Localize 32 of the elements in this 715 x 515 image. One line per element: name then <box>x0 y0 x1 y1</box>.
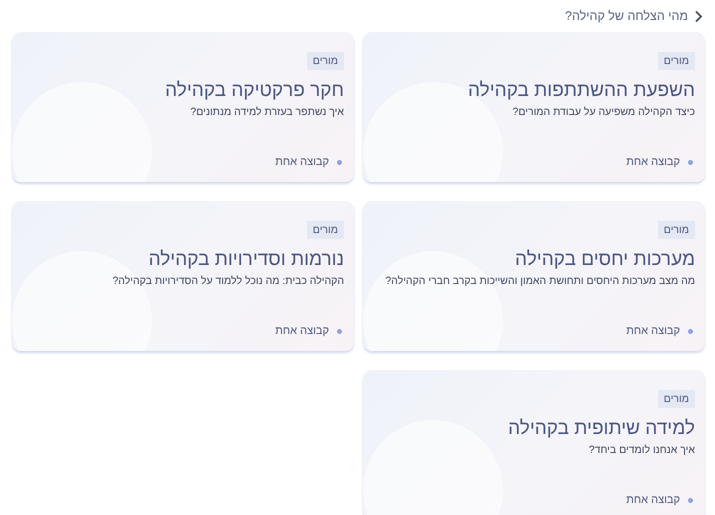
group-label: קבוצה אחת <box>626 325 680 337</box>
tag-label: מורים <box>658 390 695 408</box>
dot-icon <box>688 328 693 334</box>
group-label: קבוצה אחת <box>275 325 329 337</box>
dot-icon <box>688 498 693 502</box>
group-label: קבוצה אחת <box>275 156 329 168</box>
tag-label: מורים <box>658 52 695 70</box>
card-subtitle: הקהילה כבית: מה נוכל ללמוד על הסדירויות בקהילה? <box>112 275 344 287</box>
dot-icon <box>337 328 342 334</box>
topic-card[interactable]: מורים השפעת ההשתתפות בקהילה כיצד הקהילה משפיעה על עבודת המורים? קבוצה אחת <box>363 32 705 182</box>
tag-label: מורים <box>306 221 344 239</box>
tag-label: מורים <box>658 221 695 239</box>
topic-card[interactable]: מורים נורמות וסדירויות בקהילה הקהילה כבית: מה נוכל ללמוד על הסדירויות בקהילה? קבוצה אחת <box>12 201 354 351</box>
dot-icon <box>688 160 693 164</box>
card-title: למידה שיתופית בקהילה <box>508 418 695 440</box>
chevron-icon[interactable] <box>694 10 703 22</box>
card-subtitle: איך אנחנו לומדים ביחד? <box>588 444 695 456</box>
group-label: קבוצה אחת <box>626 156 680 168</box>
card-title: חקר פרקטיקה בקהילה <box>165 80 344 102</box>
page-title: מהי הצלחה של קהילה? <box>565 9 688 23</box>
card-subtitle: מה מצב מערכות היחסים ותחושת האמון והשייכות בקרב חברי הקהילה? <box>385 275 695 287</box>
dot-icon <box>337 160 342 164</box>
topic-card[interactable]: מורים מערכות יחסים בקהילה מה מצב מערכות היחסים ותחושת האמון והשייכות בקרב חברי הקהילה? קבוצה אחת <box>363 201 705 351</box>
card-title: נורמות וסדירויות בקהילה <box>148 249 344 271</box>
card-title: השפעת ההשתתפות בקהילה <box>468 80 695 102</box>
topic-card[interactable]: מורים חקר פרקטיקה בקהילה איך נשתפר בעזרת למידה מנתונים? קבוצה אחת <box>12 32 354 182</box>
card-title: מערכות יחסים בקהילה <box>515 249 695 271</box>
tag-label: מורים <box>306 52 344 70</box>
card-subtitle: כיצד הקהילה משפיעה על עבודת המורים? <box>512 106 695 118</box>
topic-card[interactable]: מורים למידה שיתופית בקהילה איך אנחנו לומדים ביחד? קבוצה אחת <box>363 370 705 515</box>
card-subtitle: איך נשתפר בעזרת למידה מנתונים? <box>190 106 344 118</box>
group-label: קבוצה אחת <box>626 494 680 506</box>
